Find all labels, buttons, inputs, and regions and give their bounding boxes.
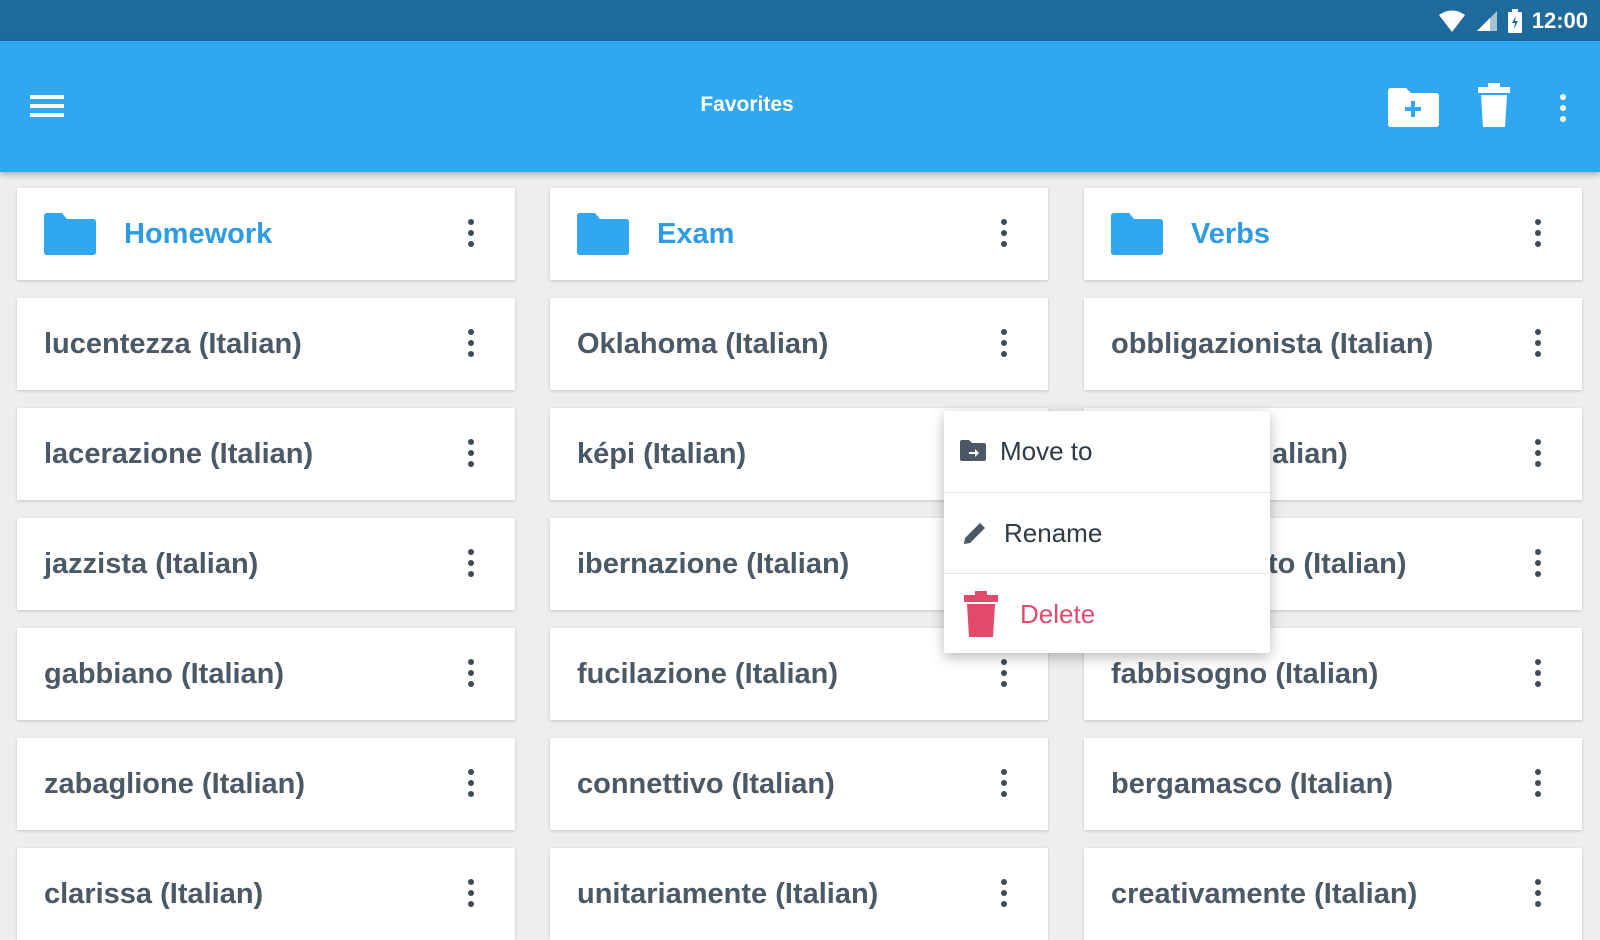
folder-label: Exam xyxy=(657,218,735,250)
more-options-icon[interactable] xyxy=(1532,329,1544,361)
delete-icon[interactable] xyxy=(1478,83,1510,127)
word-label: to (Italian) xyxy=(1268,548,1407,580)
folder-icon xyxy=(1111,213,1163,255)
status-icons: 12:00 xyxy=(1438,8,1588,34)
more-options-icon[interactable] xyxy=(465,439,477,471)
more-options-icon[interactable] xyxy=(465,219,477,251)
word-label: obbligazionista (Italian) xyxy=(1111,328,1434,360)
word-card[interactable]: bergamasco (Italian) xyxy=(1084,738,1582,830)
word-label: unitariamente (Italian) xyxy=(577,878,879,910)
word-card[interactable]: lacerazione (Italian) xyxy=(17,408,515,500)
word-card[interactable]: jazzista (Italian) xyxy=(17,518,515,610)
more-options-icon[interactable] xyxy=(465,659,477,691)
more-options-icon[interactable] xyxy=(1532,769,1544,801)
word-card[interactable]: gabbiano (Italian) xyxy=(17,628,515,720)
word-card[interactable]: zabaglione (Italian) xyxy=(17,738,515,830)
word-label: fucilazione (Italian) xyxy=(577,658,839,690)
word-label: lucentezza (Italian) xyxy=(44,328,302,360)
word-label: alian) xyxy=(1272,438,1348,470)
more-options-icon[interactable] xyxy=(1532,659,1544,691)
word-card[interactable]: Oklahoma (Italian) xyxy=(550,298,1048,390)
folder-icon xyxy=(44,213,96,255)
word-label: bergamasco (Italian) xyxy=(1111,768,1394,800)
word-label: ibernazione (Italian) xyxy=(577,548,850,580)
folder-label: Verbs xyxy=(1191,218,1270,250)
more-options-icon[interactable] xyxy=(998,329,1010,361)
folder-move-icon xyxy=(960,440,986,461)
app-bar: Favorites xyxy=(0,41,1600,172)
more-options-icon[interactable] xyxy=(1532,219,1544,251)
word-card[interactable]: connettivo (Italian) xyxy=(550,738,1048,830)
wifi-icon xyxy=(1438,10,1465,32)
status-time: 12:00 xyxy=(1531,8,1588,33)
menu-item-move-to[interactable]: Move to xyxy=(944,411,1270,491)
more-options-icon[interactable] xyxy=(1532,549,1544,581)
word-label: képi (Italian) xyxy=(577,438,747,470)
folder-card-verbs[interactable]: Verbs xyxy=(1084,188,1582,280)
word-card[interactable]: unitariamente (Italian) xyxy=(550,848,1048,940)
more-options-icon[interactable] xyxy=(998,659,1010,691)
more-options-icon[interactable] xyxy=(1532,439,1544,471)
menu-item-rename[interactable]: Rename xyxy=(944,492,1270,573)
word-label: zabaglione (Italian) xyxy=(44,768,306,800)
word-label: creativamente (Italian) xyxy=(1111,878,1418,910)
more-options-icon[interactable] xyxy=(998,219,1010,251)
menu-item-label: Delete xyxy=(1020,599,1096,629)
word-card[interactable]: lucentezza (Italian) xyxy=(17,298,515,390)
hamburger-menu-icon[interactable] xyxy=(30,90,64,122)
more-options-icon[interactable] xyxy=(1557,94,1569,126)
word-label: Oklahoma (Italian) xyxy=(577,328,829,360)
cell-signal-icon xyxy=(1476,11,1497,31)
context-menu: Move to Rename Delete xyxy=(944,411,1270,653)
page-title: Favorites xyxy=(700,93,794,116)
word-label: gabbiano (Italian) xyxy=(44,658,285,690)
favorites-grid: Homework Exam Verbs lucentezza (Italian)… xyxy=(0,172,1600,940)
word-card[interactable]: creativamente (Italian) xyxy=(1084,848,1582,940)
menu-item-label: Move to xyxy=(1000,436,1093,466)
folder-card-exam[interactable]: Exam xyxy=(550,188,1048,280)
more-options-icon[interactable] xyxy=(465,549,477,581)
word-label: lacerazione (Italian) xyxy=(44,438,314,470)
word-label: connettivo (Italian) xyxy=(577,768,835,800)
new-folder-icon[interactable] xyxy=(1386,87,1440,127)
more-options-icon[interactable] xyxy=(998,769,1010,801)
word-card[interactable]: obbligazionista (Italian) xyxy=(1084,298,1582,390)
more-options-icon[interactable] xyxy=(998,879,1010,911)
battery-icon xyxy=(1507,9,1522,33)
word-label: clarissa (Italian) xyxy=(44,878,264,910)
word-label: jazzista (Italian) xyxy=(44,548,259,580)
folder-icon xyxy=(577,213,629,255)
folder-card-homework[interactable]: Homework xyxy=(17,188,515,280)
more-options-icon[interactable] xyxy=(465,769,477,801)
more-options-icon[interactable] xyxy=(465,879,477,911)
status-bar: 12:00 xyxy=(0,0,1600,41)
more-options-icon[interactable] xyxy=(1532,879,1544,911)
folder-label: Homework xyxy=(124,218,273,250)
trash-icon xyxy=(964,591,998,637)
more-options-icon[interactable] xyxy=(465,329,477,361)
menu-item-label: Rename xyxy=(1004,518,1103,548)
menu-item-delete[interactable]: Delete xyxy=(944,573,1270,654)
word-card[interactable]: clarissa (Italian) xyxy=(17,848,515,940)
pencil-icon xyxy=(964,523,985,544)
